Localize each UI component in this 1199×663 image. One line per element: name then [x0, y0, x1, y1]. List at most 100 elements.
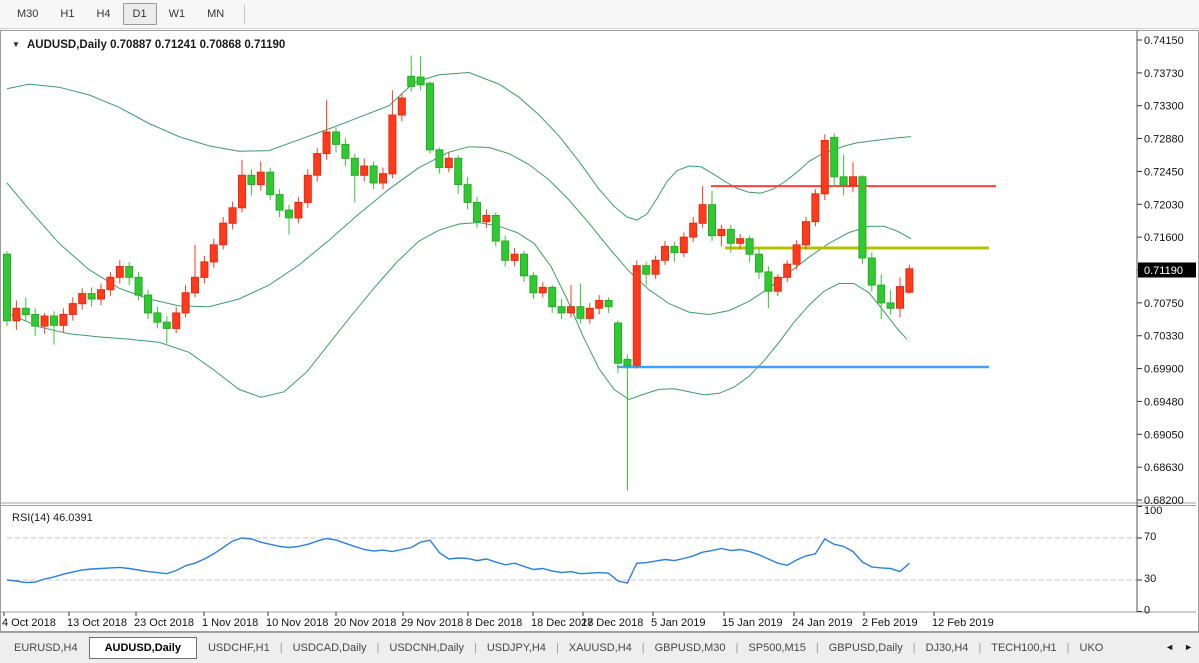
candle-body [69, 304, 76, 315]
rsi-pane [7, 538, 909, 583]
candle-body [116, 267, 123, 278]
candle-body [709, 205, 716, 236]
trading-platform: { "toolbar": { "timeframes": [ {"label":… [0, 0, 1199, 663]
candle-body [784, 264, 791, 277]
price-label: 0.73300 [1144, 101, 1184, 113]
candle-body [474, 202, 481, 221]
rsi-line [7, 538, 909, 583]
chart-title-overlay: ▼AUDUSD,Daily 0.70887 0.71241 0.70868 0.… [12, 39, 285, 524]
candle-body [173, 313, 180, 329]
time-label: 5 Jan 2019 [651, 617, 705, 629]
candles-layer[interactable] [4, 56, 913, 491]
candle-body [774, 277, 781, 291]
price-label: 0.68630 [1144, 462, 1184, 474]
candle-body [831, 137, 838, 176]
candle-body [51, 316, 58, 325]
candle-body [859, 177, 866, 258]
candle-body [427, 83, 434, 150]
tab-audusd-daily[interactable]: AUDUSD,Daily [89, 637, 197, 659]
candle-body [126, 267, 133, 278]
tab-gbpusd-m30[interactable]: GBPUSD,M30 [646, 637, 735, 659]
candle-body [417, 77, 424, 85]
candle-body [248, 175, 255, 184]
candle-body [304, 175, 311, 202]
time-label: 24 Jan 2019 [792, 617, 853, 629]
candle-body [239, 175, 246, 208]
candle-body [577, 307, 584, 319]
candle-body [671, 246, 678, 252]
time-label: 12 Feb 2019 [932, 617, 994, 629]
tab-usdchf-h1[interactable]: USDCHF,H1 [199, 637, 279, 659]
time-label: 13 Oct 2018 [67, 617, 127, 629]
candle-body [257, 172, 264, 184]
tab-usdjpy-h4[interactable]: USDJPY,H4 [478, 637, 555, 659]
candle-body [868, 258, 875, 285]
timeframe-button-w1[interactable]: W1 [159, 3, 196, 25]
candle-body [389, 115, 396, 174]
price-axis[interactable]: 0.741500.737300.733000.728800.724500.720… [1137, 35, 1196, 507]
bollinger-upper-band [7, 73, 911, 221]
time-label: 2 Feb 2019 [862, 617, 918, 629]
price-label: 0.70330 [1144, 331, 1184, 343]
tab-tech100-h1[interactable]: TECH100,H1 [982, 637, 1065, 659]
candle-body [586, 308, 593, 318]
candle-body [633, 266, 640, 366]
candle-body [436, 150, 443, 168]
price-label: 0.72030 [1144, 199, 1184, 211]
timeframe-button-mn[interactable]: MN [197, 3, 234, 25]
timeframe-button-h4[interactable]: H4 [86, 3, 120, 25]
tab-uko[interactable]: UKO [1071, 637, 1113, 659]
timeframe-button-h1[interactable]: H1 [50, 3, 84, 25]
toolbar-divider [244, 4, 245, 24]
candle-body [502, 241, 509, 260]
tab-dj30-h4[interactable]: DJ30,H4 [917, 637, 978, 659]
tab-xauusd-h4[interactable]: XAUUSD,H4 [560, 637, 641, 659]
time-axis[interactable]: 4 Oct 201813 Oct 201823 Oct 20181 Nov 20… [2, 612, 994, 629]
candle-body [32, 315, 39, 327]
rsi-scale-label: 70 [1144, 531, 1156, 543]
candle-body [840, 177, 847, 186]
rsi-axis[interactable]: 10070300 [1137, 505, 1162, 617]
candle-body [821, 141, 828, 194]
candle-body [276, 195, 283, 211]
rsi-scale-label: 0 [1144, 605, 1150, 617]
timeframe-button-m30[interactable]: M30 [7, 3, 48, 25]
candle-body [370, 166, 377, 183]
candle-body [398, 98, 405, 115]
tab-eurusd-h4[interactable]: EURUSD,H4 [5, 637, 87, 659]
candle-body [351, 158, 358, 175]
candle-body [333, 132, 340, 144]
candle-body [699, 205, 706, 224]
time-label: 20 Nov 2018 [334, 617, 396, 629]
candle-body [361, 166, 368, 175]
timeframe-button-d1[interactable]: D1 [123, 3, 157, 25]
tab-scroll-arrows: ◄ ► [1161, 642, 1197, 652]
candle-body [483, 216, 490, 222]
bollinger-bands [7, 73, 911, 400]
candle-body [445, 158, 452, 167]
tab-sp500-m15[interactable]: SP500,M15 [739, 637, 814, 659]
tab-usdcnh-daily[interactable]: USDCNH,Daily [380, 637, 473, 659]
candle-body [539, 287, 546, 292]
rsi-scale-label: 100 [1144, 505, 1162, 517]
candle-body [220, 223, 227, 245]
symbol-dropdown-icon[interactable]: ▼ [12, 40, 20, 49]
tab-usdcad-daily[interactable]: USDCAD,Daily [284, 637, 376, 659]
chart-canvas[interactable]: 0.741500.737300.733000.728800.724500.720… [1, 31, 1196, 629]
candle-body [286, 210, 293, 218]
tab-scroll-right-icon[interactable]: ► [1184, 642, 1193, 652]
candle-body [192, 277, 199, 293]
candle-body [596, 301, 603, 309]
tab-gbpusd-daily[interactable]: GBPUSD,Daily [820, 637, 912, 659]
horizontal-lines[interactable] [617, 186, 996, 367]
candle-body [342, 144, 349, 158]
tab-scroll-left-icon[interactable]: ◄ [1165, 642, 1174, 652]
candle-body [624, 359, 631, 365]
candle-body [680, 237, 687, 253]
candle-body [887, 303, 894, 308]
candle-body [455, 158, 462, 184]
candle-body [615, 323, 622, 363]
time-label: 10 Nov 2018 [266, 617, 328, 629]
candle-body [568, 307, 575, 313]
candle-body [22, 308, 29, 314]
